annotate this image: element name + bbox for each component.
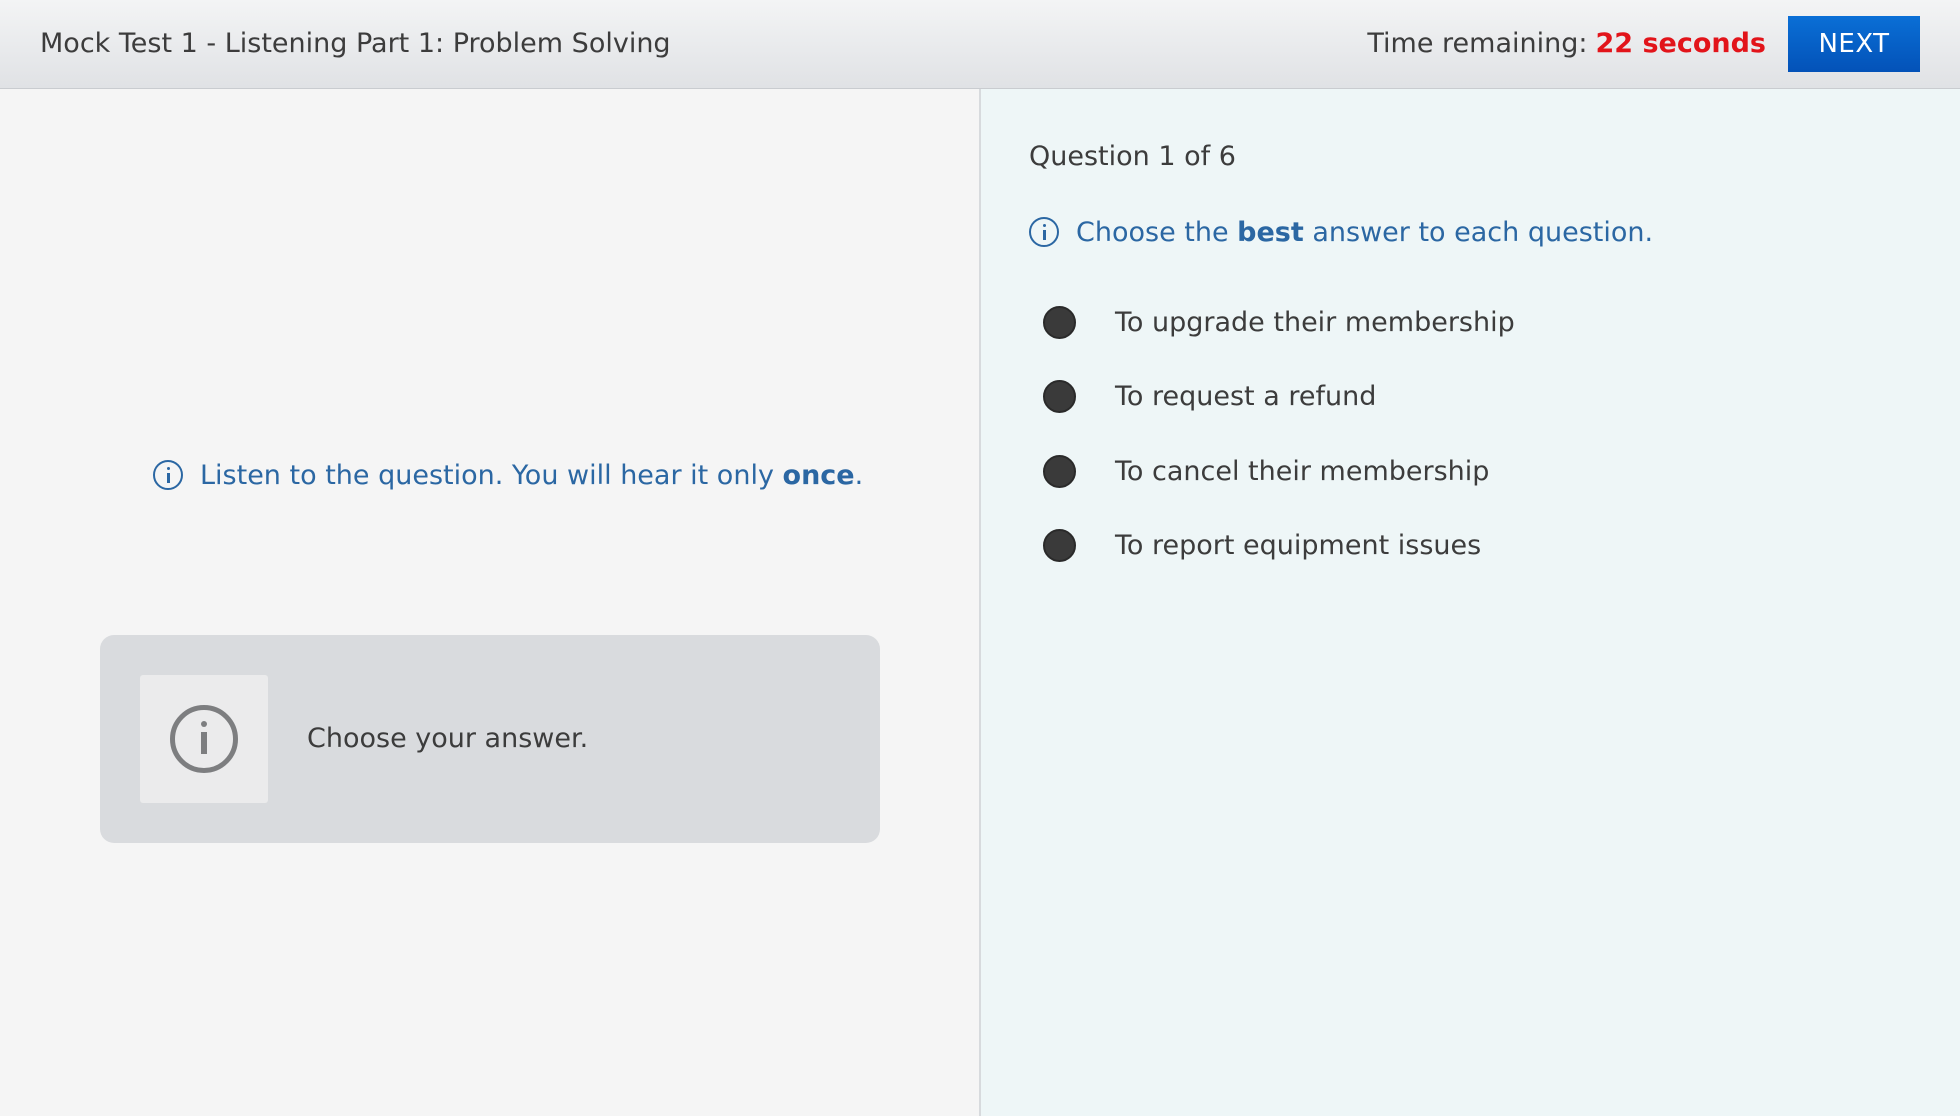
next-button[interactable]: NEXT xyxy=(1788,16,1920,72)
audio-panel: Listen to the question. You will hear it… xyxy=(0,89,979,1116)
radio-button[interactable] xyxy=(1043,529,1076,562)
question-counter: Question 1 of 6 xyxy=(1029,141,1236,172)
time-remaining: Time remaining: 22 seconds xyxy=(1367,0,1766,88)
answer-option[interactable]: To request a refund xyxy=(1043,377,1515,417)
header-bar: Mock Test 1 - Listening Part 1: Problem … xyxy=(0,0,1960,89)
answer-prompt-box: Choose your answer. xyxy=(100,635,880,843)
time-remaining-value: 22 seconds xyxy=(1595,28,1766,59)
time-remaining-label: Time remaining: xyxy=(1367,28,1588,59)
answer-option[interactable]: To upgrade their membership xyxy=(1043,302,1515,342)
answer-option-label[interactable]: To cancel their membership xyxy=(1115,456,1489,487)
answer-options: To upgrade their membership To request a… xyxy=(1043,302,1515,600)
answer-prompt-icon-tile xyxy=(140,675,268,803)
answer-option[interactable]: To cancel their membership xyxy=(1043,451,1515,491)
answer-option-label[interactable]: To request a refund xyxy=(1115,381,1376,412)
choose-instruction-emphasis: best xyxy=(1237,216,1304,248)
answer-option-label[interactable]: To report equipment issues xyxy=(1115,530,1481,561)
test-title: Mock Test 1 - Listening Part 1: Problem … xyxy=(40,28,671,59)
radio-button[interactable] xyxy=(1043,305,1076,339)
answer-option[interactable]: To report equipment issues xyxy=(1043,526,1515,566)
test-app: Mock Test 1 - Listening Part 1: Problem … xyxy=(0,0,1960,1116)
radio-button[interactable] xyxy=(1043,380,1076,413)
listen-instruction: Listen to the question. You will hear it… xyxy=(153,455,863,495)
radio-button[interactable] xyxy=(1043,454,1076,488)
question-panel: Question 1 of 6 Choose the best answer t… xyxy=(981,89,1960,1116)
answer-prompt-text: Choose your answer. xyxy=(307,723,589,754)
answer-option-label[interactable]: To upgrade their membership xyxy=(1115,307,1515,338)
choose-instruction: Choose the best answer to each question. xyxy=(1029,212,1653,252)
listen-instruction-text: Listen to the question. You will hear it… xyxy=(200,459,864,491)
choose-instruction-text: Choose the best answer to each question. xyxy=(1076,216,1654,248)
info-icon xyxy=(153,460,183,490)
info-icon xyxy=(1029,217,1059,247)
info-icon xyxy=(170,705,238,773)
listen-instruction-emphasis: once xyxy=(782,459,855,491)
